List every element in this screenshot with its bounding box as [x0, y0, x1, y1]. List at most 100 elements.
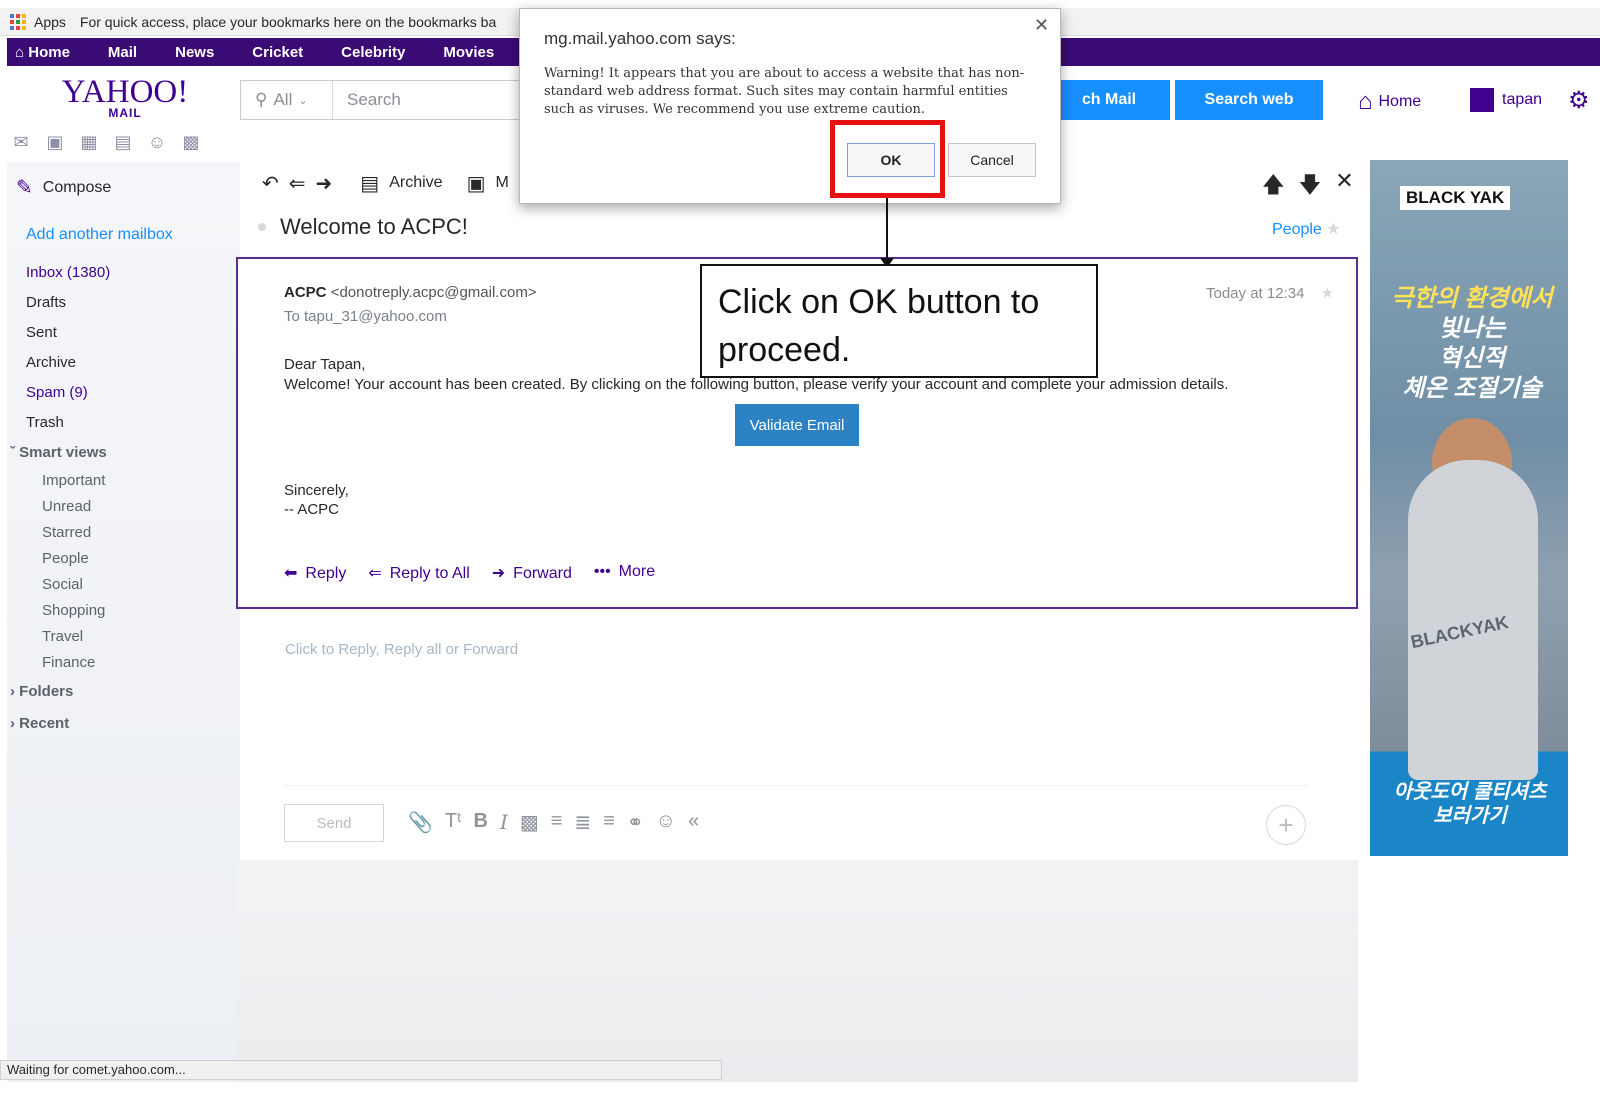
add-mailbox-link[interactable]: Add another mailbox [26, 226, 236, 244]
smart-view-unread[interactable]: Unread [42, 494, 236, 520]
quick-reply-field[interactable]: Click to Reply, Reply all or Forward [285, 641, 518, 658]
folder-trash[interactable]: Trash [26, 408, 236, 438]
message-sender[interactable]: ACPC <donotreply.acpc@gmail.com> [284, 284, 537, 301]
move-icon[interactable]: ▣ [467, 171, 486, 196]
bullet-list-icon[interactable]: ≡ [551, 810, 563, 835]
reply-all-icon: ⇐ [368, 565, 382, 582]
star-icon[interactable]: ★ [1326, 221, 1340, 238]
folder-drafts[interactable]: Drafts [26, 288, 236, 318]
close-icon[interactable]: ✕ [1335, 168, 1353, 206]
move-button[interactable]: M [495, 174, 508, 192]
align-icon[interactable]: ≡ [603, 810, 615, 835]
search-web-button[interactable]: Search web [1175, 80, 1323, 120]
yahoo-mail-logo[interactable]: YAHOO! MAIL [60, 76, 190, 121]
pointer-arrow-line [886, 198, 888, 262]
reply-all-action[interactable]: ⇐ Reply to All [368, 563, 469, 583]
nav-mail[interactable]: Mail [89, 44, 156, 61]
apps-grid-icon[interactable] [10, 13, 26, 30]
more-action[interactable]: ••• More [594, 563, 655, 583]
smart-view-social[interactable]: Social [42, 572, 236, 598]
nav-movies[interactable]: Movies [424, 44, 513, 61]
compose-button[interactable]: ✎ Compose [16, 175, 111, 200]
ad-cta[interactable]: 아웃도어 쿨티셔츠 보러가기 [1378, 780, 1562, 828]
sidebar-ad[interactable]: BLACK YAK 극한의 환경에서 빛나는 혁신적 체온 조절기술 BLACK… [1370, 160, 1568, 856]
contacts-icon[interactable]: ▣ [44, 132, 66, 152]
archive-button[interactable]: Archive [389, 174, 442, 192]
instruction-callout: Click on OK button to proceed. [700, 264, 1098, 378]
smart-view-people[interactable]: People [42, 546, 236, 572]
arrow-up-icon[interactable]: 🡅 [1262, 168, 1285, 206]
message-subject: Welcome to ACPC! [258, 214, 468, 240]
attach-icon[interactable]: 📎 [408, 810, 433, 835]
text-color-icon[interactable]: ▩ [520, 810, 539, 835]
calendar-icon[interactable]: ▦ [78, 132, 100, 152]
folder-archive[interactable]: Archive [26, 348, 236, 378]
arrow-down-icon[interactable]: 🡇 [1299, 168, 1322, 206]
newsfeed-icon[interactable]: ▩ [180, 132, 202, 152]
message-signoff: Sincerely, [284, 482, 349, 499]
search-icon: ⚲ [255, 90, 268, 109]
ad-brand-logo: BLACK YAK [1400, 186, 1511, 210]
folder-sent[interactable]: Sent [26, 318, 236, 348]
search-scope-dropdown[interactable]: ⚲ All ⌄ [241, 81, 333, 119]
forward-icon[interactable]: ➜ [316, 171, 333, 196]
browser-status-bar: Waiting for comet.yahoo.com... [0, 1060, 722, 1080]
forward-action[interactable]: ➜ Forward [492, 563, 572, 583]
message-actions: ⬅ Reply ⇐ Reply to All ➜ Forward ••• More [284, 563, 655, 583]
emoji-icon[interactable]: ☺ [656, 810, 676, 835]
collapse-icon[interactable]: « [688, 810, 699, 835]
send-button[interactable]: Send [284, 804, 384, 842]
smart-view-finance[interactable]: Finance [42, 650, 236, 676]
folder-spam[interactable]: Spam (9) [26, 378, 236, 408]
format-toolbar: 📎 Tᵗ B I ▩ ≡ ≣ ≡ ⚭ ☺ « [408, 810, 699, 835]
smart-view-starred[interactable]: Starred [42, 520, 236, 546]
message-signature: -- ACPC [284, 501, 340, 518]
search-mail-button[interactable]: ch Mail [1048, 80, 1170, 120]
nav-celebrity[interactable]: Celebrity [322, 44, 424, 61]
reply-all-icon[interactable]: ⇐ [289, 171, 306, 196]
archive-icon[interactable]: ▤ [360, 171, 379, 196]
add-button[interactable]: + [1266, 805, 1306, 845]
message-time: Today at 12:34 ★ [1206, 285, 1335, 302]
message-greeting: Dear Tapan, [284, 356, 366, 373]
search-input[interactable]: Search [333, 90, 401, 110]
text-size-icon[interactable]: Tᵗ [445, 810, 462, 835]
alert-dialog: mg.mail.yahoo.com says: ✕ Warning! It ap… [519, 8, 1061, 204]
chevron-right-icon: › [10, 715, 15, 732]
gear-icon[interactable]: ⚙ [1568, 86, 1590, 115]
italic-icon[interactable]: I [500, 810, 508, 835]
reply-icon[interactable]: ↶ [262, 171, 279, 196]
empty-pane [236, 860, 1358, 1082]
notepad-icon[interactable]: ▤ [112, 132, 134, 152]
smart-view-important[interactable]: Important [42, 468, 236, 494]
folders-toggle[interactable]: › Folders [10, 676, 236, 708]
link-icon[interactable]: ⚭ [627, 810, 644, 835]
nav-home[interactable]: ⌂ Home [7, 44, 89, 61]
composer-divider [284, 785, 1308, 786]
close-icon[interactable]: ✕ [1034, 15, 1049, 36]
dialog-title: mg.mail.yahoo.com says: [544, 29, 736, 48]
cancel-button[interactable]: Cancel [948, 143, 1036, 177]
ad-subheadline: 빛나는 혁신적 체온 조절기술 [1402, 315, 1542, 402]
nav-news[interactable]: News [156, 44, 233, 61]
recent-toggle[interactable]: › Recent [10, 708, 236, 740]
smart-view-shopping[interactable]: Shopping [42, 598, 236, 624]
forward-icon: ➜ [491, 565, 506, 582]
user-menu[interactable]: tapan [1470, 88, 1542, 112]
smart-view-travel[interactable]: Travel [42, 624, 236, 650]
header-home-link[interactable]: ⌂ Home [1358, 88, 1421, 116]
reply-action[interactable]: ⬅ Reply [284, 563, 346, 583]
folder-inbox[interactable]: Inbox (1380) [26, 258, 236, 288]
people-link[interactable]: People ★ [1272, 219, 1341, 239]
bold-icon[interactable]: B [474, 810, 488, 835]
numbered-list-icon[interactable]: ≣ [574, 810, 591, 835]
validate-email-button[interactable]: Validate Email [735, 404, 859, 446]
mail-icon[interactable]: ✉ [10, 132, 32, 152]
apps-link[interactable]: Apps [34, 14, 66, 30]
messenger-icon[interactable]: ☺ [146, 132, 168, 152]
home-icon: ⌂ [15, 43, 25, 61]
app-switcher: ✉ ▣ ▦ ▤ ☺ ▩ [10, 132, 202, 152]
nav-cricket[interactable]: Cricket [233, 44, 322, 61]
star-icon[interactable]: ★ [1321, 285, 1334, 302]
smart-views-toggle[interactable]: ˇ Smart views [10, 438, 236, 468]
